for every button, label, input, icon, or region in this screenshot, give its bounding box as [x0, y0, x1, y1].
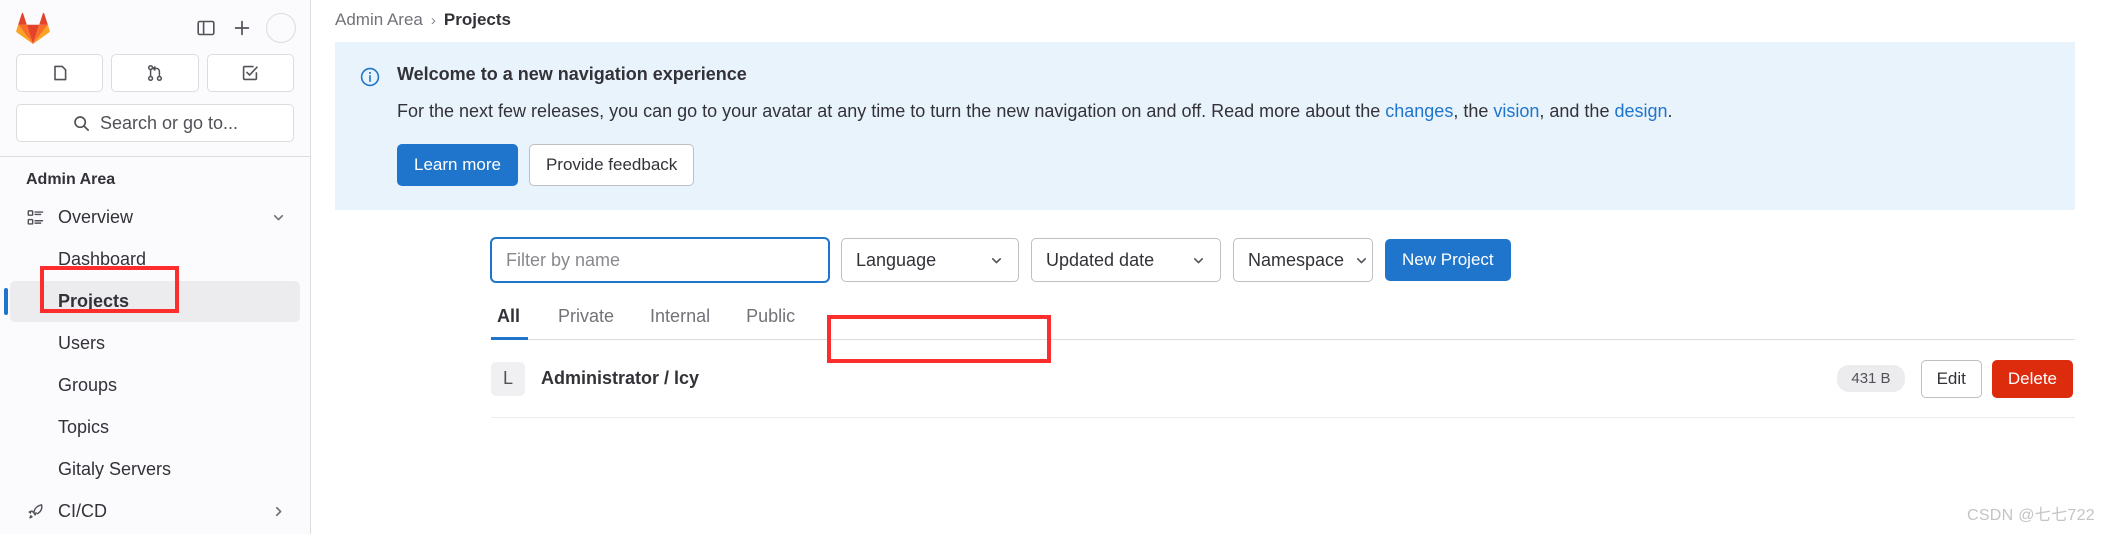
sidebar-item-label: Dashboard [58, 249, 147, 269]
banner-text-end: . [1667, 101, 1673, 121]
learn-more-button[interactable]: Learn more [397, 144, 518, 187]
provide-feedback-button[interactable]: Provide feedback [528, 144, 695, 187]
sidebar-header [0, 0, 310, 52]
chevron-down-icon [271, 210, 286, 225]
link-design[interactable]: design [1614, 101, 1667, 121]
sidebar-toggle-icon[interactable] [188, 10, 224, 46]
sidebar-quick-actions [0, 52, 310, 92]
filter-by-name-input[interactable] [492, 239, 828, 282]
updated-date-dropdown[interactable]: Updated date [1031, 238, 1221, 283]
banner-text-before: For the next few releases, you can go to… [397, 101, 1386, 121]
sidebar-item-projects[interactable]: Projects [4, 281, 300, 322]
banner-title: Welcome to a new navigation experience [397, 64, 747, 84]
merge-requests-icon[interactable] [111, 54, 199, 92]
search-icon [74, 115, 89, 131]
sidebar-section-title: Admin Area [26, 171, 116, 188]
filter-row: Language Updated date [491, 238, 2075, 283]
sidebar-item-groups[interactable]: Groups [10, 365, 300, 406]
sidebar-item-users[interactable]: Users [10, 323, 300, 364]
updated-date-dropdown-label: Updated date [1046, 249, 1155, 270]
navigation-banner: Welcome to a new navigation experience F… [335, 42, 2075, 211]
breadcrumb-root[interactable]: Admin Area [335, 10, 423, 30]
link-changes[interactable]: changes [1385, 101, 1453, 121]
sidebar-item-cicd[interactable]: CI/CD [10, 491, 300, 532]
delete-project-button[interactable]: Delete [1991, 359, 2073, 398]
sidebar-nav: Overview Dashboard Projects Users Groups [0, 197, 310, 534]
sidebar-item-label: CI/CD [58, 501, 107, 521]
breadcrumb-current[interactable]: Projects [444, 10, 511, 30]
chevron-down-icon [989, 253, 1004, 268]
namespace-dropdown-label: Namespace [1248, 249, 1345, 270]
sidebar-item-label: Projects [58, 291, 130, 311]
edit-project-button[interactable]: Edit [1920, 359, 1982, 398]
breadcrumb: Admin Area › Projects [311, 0, 2115, 40]
sidebar-item-label: Users [58, 333, 106, 353]
banner-body: Welcome to a new navigation experience F… [397, 64, 2051, 187]
search-input[interactable]: Search or go to... [16, 104, 294, 142]
breadcrumb-separator: › [430, 11, 436, 29]
project-size-badge: 431 B [1837, 365, 1905, 393]
issues-icon[interactable] [16, 54, 104, 92]
new-project-button[interactable]: New Project [1385, 239, 1511, 282]
sidebar-item-label: Groups [58, 375, 118, 395]
new-item-icon[interactable] [224, 10, 260, 46]
tab-all[interactable]: All [491, 300, 540, 341]
filter-by-name-field[interactable] [491, 238, 829, 283]
link-vision[interactable]: vision [1493, 101, 1539, 121]
tab-private[interactable]: Private [540, 300, 632, 339]
gitlab-logo-icon [16, 12, 50, 44]
banner-actions: Learn more Provide feedback [397, 144, 2051, 187]
project-name-link[interactable]: Administrator / lcy [541, 368, 699, 389]
language-dropdown-label: Language [856, 249, 937, 270]
banner-text-mid2: , and the [1539, 101, 1615, 121]
chevron-down-icon [1191, 253, 1206, 268]
language-dropdown[interactable]: Language [841, 238, 1019, 283]
namespace-dropdown[interactable]: Namespace [1233, 238, 1373, 283]
user-avatar[interactable] [266, 13, 296, 43]
project-row-actions: Edit Delete [1920, 359, 2073, 398]
sidebar-item-dashboard[interactable]: Dashboard [10, 239, 300, 280]
tab-internal[interactable]: Internal [632, 300, 728, 339]
sidebar-item-gitaly-servers[interactable]: Gitaly Servers [10, 449, 300, 490]
projects-content: Language Updated date [311, 238, 2115, 419]
banner-text: For the next few releases, you can go to… [397, 98, 2051, 124]
chevron-right-icon [271, 504, 286, 519]
sidebar-item-label: Topics [58, 417, 110, 437]
gitlab-admin-page: Search or go to... Admin Area Overview D… [0, 0, 2115, 534]
project-avatar: L [491, 361, 525, 396]
search-placeholder-label: Search or go to... [99, 112, 239, 133]
todos-icon[interactable] [206, 54, 294, 92]
sidebar-item-topics[interactable]: Topics [10, 407, 300, 448]
banner-text-mid1: , the [1453, 101, 1494, 121]
visibility-tabs: All Private Internal Public [491, 300, 2075, 341]
sidebar-item-label: Gitaly Servers [58, 459, 172, 479]
sidebar: Search or go to... Admin Area Overview D… [0, 0, 311, 534]
info-icon [359, 66, 381, 186]
watermark: CSDN @七七722 [1966, 507, 2095, 524]
main-content: Admin Area › Projects Welcome to a new n… [311, 0, 2115, 534]
tab-public[interactable]: Public [728, 300, 813, 339]
sidebar-item-label: Overview [58, 207, 134, 227]
sidebar-item-overview[interactable]: Overview [10, 197, 300, 238]
overview-icon [24, 207, 46, 229]
project-list-item: L Administrator / lcy 431 B Edit Delete [491, 340, 2075, 419]
rocket-icon [24, 501, 46, 523]
chevron-down-icon [1354, 253, 1369, 268]
